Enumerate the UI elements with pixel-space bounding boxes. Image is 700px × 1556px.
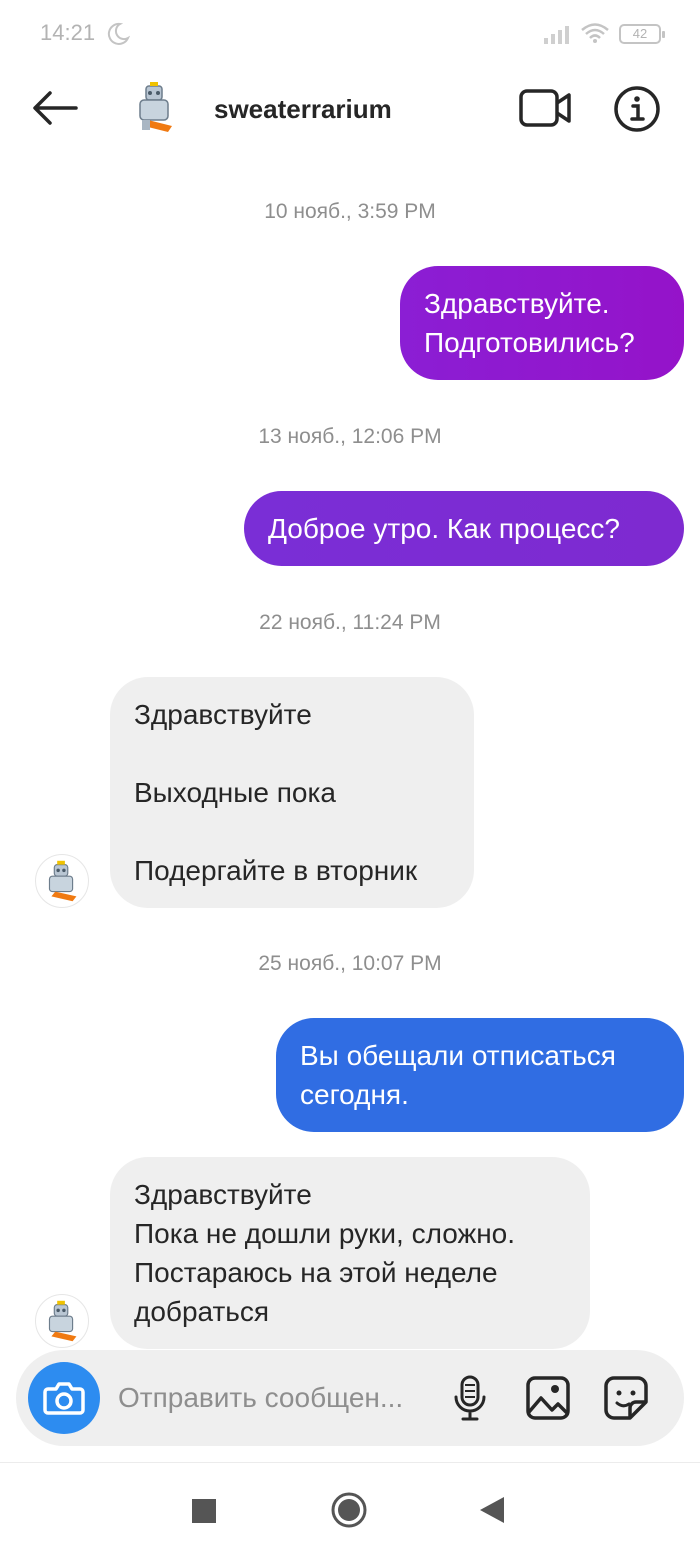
recent-apps-icon[interactable] bbox=[192, 1499, 216, 1523]
status-bar: 14:21 42 bbox=[0, 0, 700, 68]
sender-avatar[interactable] bbox=[35, 854, 89, 908]
info-icon[interactable] bbox=[612, 84, 662, 134]
sticker-icon[interactable] bbox=[602, 1374, 650, 1422]
wifi-icon bbox=[581, 23, 609, 43]
message-input[interactable] bbox=[116, 1376, 436, 1420]
system-back-icon[interactable] bbox=[478, 1495, 506, 1525]
system-navigation-bar bbox=[0, 1462, 700, 1556]
outgoing-message[interactable]: Доброе утро. Как процесс? bbox=[244, 491, 684, 566]
chat-header: sweaterrarium bbox=[0, 68, 700, 158]
back-arrow-icon[interactable] bbox=[30, 88, 80, 128]
sender-avatar[interactable] bbox=[35, 1294, 89, 1348]
image-icon[interactable] bbox=[524, 1374, 572, 1422]
status-time: 14:21 bbox=[40, 20, 96, 45]
home-icon[interactable] bbox=[330, 1491, 368, 1529]
microphone-icon[interactable] bbox=[452, 1374, 488, 1422]
signal-icon bbox=[544, 26, 569, 44]
message-timestamp: 25 нояб., 10:07 PM bbox=[258, 952, 442, 975]
camera-icon bbox=[43, 1382, 85, 1415]
incoming-message[interactable]: Здравствуйте Пока не дошли руки, сложно.… bbox=[110, 1157, 590, 1349]
message-timestamp: 22 нояб., 11:24 PM bbox=[259, 611, 441, 634]
outgoing-message[interactable]: Здравствуйте. Подготовились? bbox=[400, 266, 684, 380]
message-timestamp: 10 нояб., 3:59 PM bbox=[264, 200, 436, 223]
camera-button[interactable] bbox=[28, 1362, 100, 1434]
video-camera-icon[interactable] bbox=[518, 86, 572, 130]
outgoing-message[interactable]: Вы обещали отписаться сегодня. bbox=[276, 1018, 684, 1132]
battery-indicator: 42 bbox=[619, 24, 665, 44]
incoming-message[interactable]: Здравствуйте Выходные пока Подергайте в … bbox=[110, 677, 474, 908]
do-not-disturb-moon-icon bbox=[107, 22, 130, 45]
message-composer bbox=[16, 1350, 684, 1446]
chat-username[interactable]: sweaterrarium bbox=[214, 94, 392, 125]
message-timestamp: 13 нояб., 12:06 PM bbox=[258, 425, 442, 448]
profile-avatar[interactable] bbox=[128, 80, 184, 136]
